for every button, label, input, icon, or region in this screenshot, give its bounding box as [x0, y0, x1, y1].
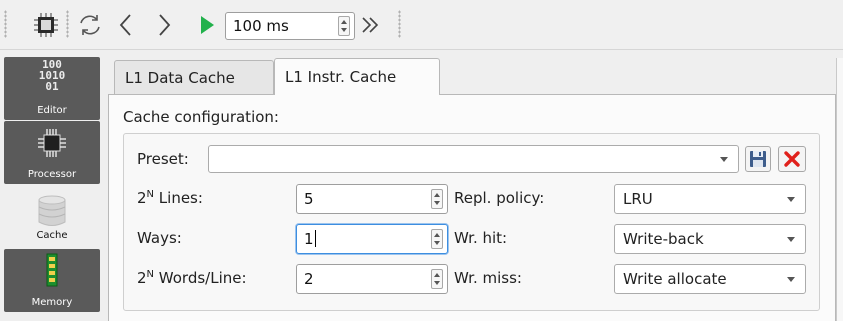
repl-policy-label: Repl. policy: [454, 189, 545, 207]
fast-forward-icon[interactable] [356, 8, 384, 42]
delete-icon [784, 151, 800, 167]
preset-select[interactable] [208, 145, 739, 173]
lines-value[interactable]: 5 [304, 190, 314, 208]
main-toolbar: 100 ms [0, 0, 843, 50]
chevron-down-icon [787, 277, 795, 282]
wr-miss-select[interactable]: Write allocate [614, 264, 806, 294]
forward-icon[interactable] [148, 8, 180, 42]
wr-miss-value: Write allocate [623, 270, 727, 288]
ways-spinbox[interactable]: 1 [296, 224, 448, 254]
section-title: Cache configuration: [123, 108, 279, 126]
cache-database-icon [36, 194, 68, 231]
ways-value[interactable]: 1 [304, 230, 316, 248]
save-icon [750, 151, 766, 167]
words-per-line-spinbox[interactable]: 2 [296, 264, 448, 294]
delete-button[interactable] [778, 146, 806, 172]
sidebar-item-label: Processor [27, 169, 77, 180]
lines-spinbox[interactable]: 5 [296, 184, 448, 214]
chevron-down-icon [787, 237, 795, 242]
text-caret [314, 230, 316, 247]
delay-spinbox[interactable]: 100 ms [225, 12, 355, 40]
refresh-icon[interactable] [74, 8, 106, 42]
sidebar-item-label: Memory [31, 297, 73, 308]
tab-l1-instr-cache[interactable]: L1 Instr. Cache [274, 58, 440, 95]
delay-value[interactable]: 100 ms [233, 17, 289, 35]
lines-label: 2N Lines: [137, 189, 203, 207]
right-dock-edge [836, 58, 843, 321]
chevron-down-icon [720, 157, 728, 162]
toolbar-grip[interactable] [4, 10, 7, 38]
save-button[interactable] [745, 146, 771, 172]
sidebar-item-cache[interactable]: Cache [4, 186, 100, 249]
ways-spin-arrows[interactable] [431, 229, 443, 249]
chevron-down-icon [787, 197, 795, 202]
sidebar-item-processor[interactable]: Processor [4, 121, 100, 184]
toolbar-separator [66, 10, 69, 38]
wr-miss-label: Wr. miss: [454, 269, 522, 287]
preset-label: Preset: [137, 150, 189, 168]
repl-policy-value: LRU [623, 190, 653, 208]
lines-spin-arrows[interactable] [431, 189, 443, 209]
ways-label: Ways: [137, 229, 182, 247]
processor-chip-icon [35, 127, 69, 162]
run-icon[interactable] [193, 8, 221, 42]
chip-icon[interactable] [30, 8, 62, 42]
words-spin-arrows[interactable] [431, 269, 443, 289]
toolbar-separator-2 [398, 10, 401, 38]
mode-sidebar: 100 1010 01 Editor Processor Cache Memor… [0, 51, 108, 321]
delay-spin-arrows[interactable] [338, 16, 350, 36]
back-icon[interactable] [110, 8, 142, 42]
sidebar-item-editor[interactable]: 100 1010 01 Editor [4, 57, 100, 120]
repl-policy-select[interactable]: LRU [614, 184, 806, 214]
wr-hit-select[interactable]: Write-back [614, 224, 806, 254]
tab-l1-data-cache[interactable]: L1 Data Cache [114, 60, 274, 95]
sidebar-item-label: Editor [37, 105, 67, 116]
tab-label: L1 Instr. Cache [285, 68, 397, 86]
editor-binary-icon: 100 1010 01 [38, 58, 66, 93]
sidebar-item-memory[interactable]: Memory [4, 249, 100, 312]
wr-hit-value: Write-back [623, 230, 704, 248]
tab-label: L1 Data Cache [125, 69, 235, 87]
words-per-line-label: 2N Words/Line: [137, 269, 247, 287]
wr-hit-label: Wr. hit: [454, 229, 508, 247]
words-per-line-value[interactable]: 2 [304, 270, 314, 288]
sidebar-item-label: Cache [36, 230, 68, 241]
memory-stick-icon [44, 253, 60, 292]
